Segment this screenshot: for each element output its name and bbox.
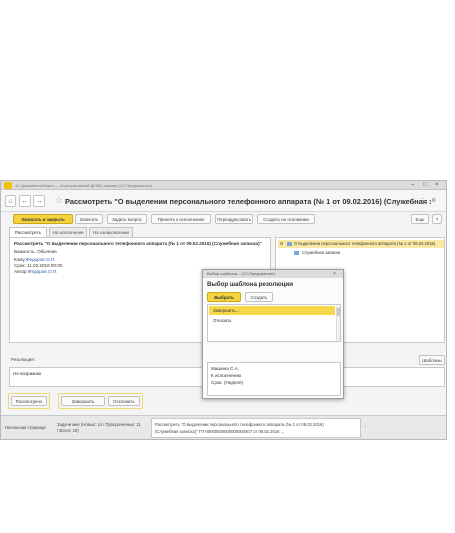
forward-button[interactable]: →: [33, 195, 45, 207]
help-button[interactable]: ?: [432, 214, 442, 224]
list-item[interactable]: Завершить...: [209, 306, 335, 315]
memo-icon: [294, 251, 299, 255]
save-and-close-button[interactable]: Записать и закрыть: [13, 214, 73, 224]
dialog-heading: Выбор шаблона резолюции: [207, 281, 294, 288]
active-window-tab[interactable]: Рассмотреть "О выделении персонального т…: [151, 418, 361, 438]
details-action: К исполнению: [211, 373, 242, 378]
app-logo-icon: [4, 182, 12, 189]
reviewed-button[interactable]: Рассмотрено: [11, 396, 47, 406]
importance-text: Важность: Обычная: [14, 249, 57, 254]
window-titlebar: 1С:Документооборот — Корпоративный ДЕМО-…: [1, 181, 446, 190]
resolution-text: Не возражаю: [13, 371, 42, 376]
ask-question-button[interactable]: Задать вопрос: [107, 214, 147, 224]
create-based-on-button[interactable]: Создать на основании: [257, 214, 315, 224]
save-button[interactable]: Записать: [75, 214, 103, 224]
tree-root-label[interactable]: О выделении персонального телефонного ап…: [294, 241, 444, 247]
active-tab-line-1: Рассмотреть "О выделении персонального т…: [155, 422, 324, 427]
minimize-button[interactable]: –: [411, 181, 414, 190]
start-page-tab[interactable]: Начальная страница: [5, 425, 51, 431]
list-scrollbar[interactable]: [336, 306, 341, 341]
task-header: Рассмотреть "О выделении персонального т…: [14, 241, 262, 246]
tab-review[interactable]: Рассмотреть: [9, 227, 47, 237]
tree-child-label[interactable]: Служебная записка: [302, 250, 340, 256]
scroll-right-icon[interactable]: ›: [365, 424, 366, 430]
templates-list: Завершить... Отказать: [207, 304, 341, 342]
close-form-icon[interactable]: ×: [431, 195, 436, 205]
open-windows-bar: Начальная страница Задачи мне (Новых: 14…: [1, 415, 446, 439]
accept-for-execution-button[interactable]: Принять к исполнению: [151, 214, 211, 224]
dialog-close-icon[interactable]: ×: [333, 270, 336, 278]
details-due: Срок: (Неделя): [211, 380, 244, 385]
templates-button[interactable]: Шаблоны: [419, 355, 445, 365]
author-label: Автор:: [14, 269, 28, 274]
command-bar: Записать и закрыть Записать Задать вопро…: [1, 212, 446, 226]
list-item[interactable]: Отказать: [209, 316, 335, 325]
dialog-titlebar: Выбор шаблона... (1С:Предприятие): [203, 270, 343, 278]
details-user: Машина С.А.: [211, 366, 239, 371]
window-title: 1С:Документооборот — Корпоративный ДЕМО-…: [15, 183, 153, 188]
back-button[interactable]: ←: [19, 195, 31, 207]
reject-button[interactable]: Отклонить: [108, 396, 140, 406]
more-options-icon[interactable]: ⋮: [419, 197, 426, 205]
page-title: Рассмотреть "О выделении персонального т…: [65, 197, 431, 206]
resolution-label: Резолюция:: [11, 357, 35, 362]
document-icon: [287, 242, 292, 246]
author-link[interactable]: Федоров О.П.: [28, 269, 57, 275]
template-selection-dialog: Выбор шаблона... (1С:Предприятие) × Выбо…: [202, 269, 344, 399]
active-tab-line-2: (Служебная записка)" ГП-0000000000000000…: [155, 429, 285, 434]
my-tasks-tab[interactable]: Задачи мне (Новых: 14 / Просроченных: 11…: [57, 422, 143, 433]
tab-for-review[interactable]: На ознакомлении: [89, 227, 133, 237]
tab-in-execution[interactable]: На исполнении: [49, 227, 87, 237]
maximize-button[interactable]: □: [423, 181, 427, 190]
tree-expand-icon[interactable]: ⊟: [280, 241, 283, 247]
create-button[interactable]: Создать: [245, 292, 273, 302]
select-button[interactable]: Выбрать: [207, 292, 241, 302]
favorite-star-icon[interactable]: ☆: [55, 195, 63, 206]
redirect-button[interactable]: Переадресовать: [215, 214, 253, 224]
close-window-button[interactable]: ×: [435, 181, 439, 190]
app-window: 1С:Документооборот — Корпоративный ДЕМО-…: [0, 180, 447, 440]
scrollbar-thumb[interactable]: [337, 308, 341, 316]
home-icon[interactable]: ⌂: [5, 195, 16, 207]
navigation-bar: ⌂ ← → ☆ Рассмотреть "О выделении персона…: [1, 190, 446, 212]
complete-button[interactable]: Завершить: [61, 396, 105, 406]
template-details: Машина С.А. К исполнению Срок: (Неделя): [207, 362, 341, 396]
more-button[interactable]: Еще: [411, 214, 429, 224]
